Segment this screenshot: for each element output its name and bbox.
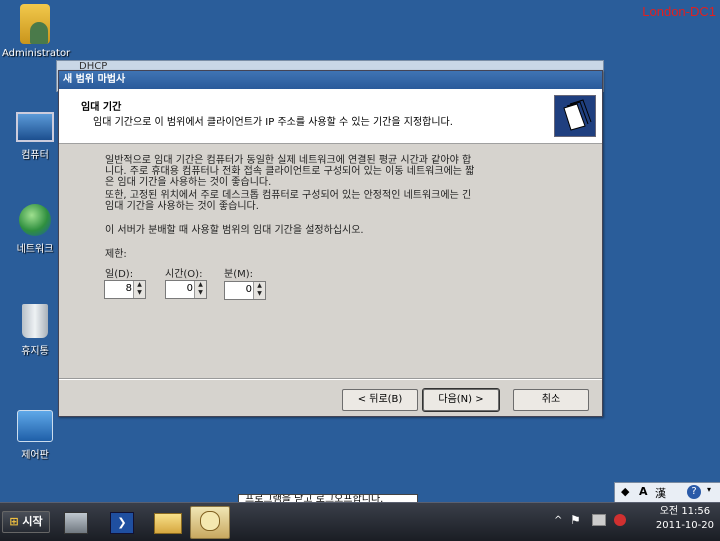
action-center-flag-icon[interactable]: ⚑ bbox=[570, 513, 581, 527]
spin-down-icon[interactable]: ▼ bbox=[134, 289, 145, 297]
desktop-icon-administrator[interactable]: Administrator bbox=[2, 4, 71, 59]
days-spinner[interactable]: 8 ▲ ▼ bbox=[104, 280, 146, 299]
hanja-button[interactable]: 漢 bbox=[655, 485, 666, 501]
minutes-spinner-arrows[interactable]: ▲ ▼ bbox=[253, 282, 265, 299]
desktop-icon-control-panel[interactable]: 제어판 bbox=[2, 410, 68, 461]
folder-icon bbox=[154, 513, 182, 534]
hours-label: 시간(O): bbox=[165, 269, 203, 280]
ime-icon[interactable]: ◆ bbox=[621, 485, 629, 498]
spin-down-icon[interactable]: ▼ bbox=[195, 289, 206, 297]
server-name-label: London-DC1 bbox=[642, 4, 716, 19]
days-label: 일(D): bbox=[105, 269, 134, 280]
back-button[interactable]: < 뒤로(B) bbox=[342, 389, 418, 411]
instruction-text: 이 서버가 분배할 때 사용할 범위의 임대 기간을 설정하십시오. bbox=[105, 225, 364, 236]
server-manager-taskbar-button[interactable] bbox=[56, 506, 94, 537]
text-line: 은 임대 기간을 사용하는 것이 좋습니다. bbox=[105, 177, 272, 188]
header-title: 임대 기간 bbox=[81, 102, 122, 113]
start-button[interactable]: ⊞ 시작 bbox=[2, 511, 50, 533]
hours-spinner-arrows[interactable]: ▲ ▼ bbox=[194, 281, 206, 298]
clock-time: 오전 11:56 bbox=[659, 506, 711, 517]
button-separator bbox=[59, 378, 602, 380]
hours-value[interactable]: 0 bbox=[187, 283, 193, 294]
clock[interactable]: 오전 11:56 2011-10-20 bbox=[656, 505, 714, 533]
dhcp-taskbar-button[interactable] bbox=[190, 506, 230, 539]
hours-spinner[interactable]: 0 ▲ ▼ bbox=[165, 280, 207, 299]
dialog-title[interactable]: 새 범위 마법사 bbox=[59, 71, 602, 89]
text-line: 일반적으로 임대 기간은 컴퓨터가 동일한 실제 네트워크에 연결된 평균 시간… bbox=[105, 155, 472, 166]
input-mode-button[interactable]: A bbox=[639, 485, 648, 498]
limit-label: 제한: bbox=[105, 249, 127, 260]
minutes-value[interactable]: 0 bbox=[246, 284, 252, 295]
minutes-spinner[interactable]: 0 ▲ ▼ bbox=[224, 281, 266, 300]
explorer-taskbar-button[interactable] bbox=[148, 506, 186, 537]
control-panel-icon bbox=[17, 410, 53, 442]
notification-area: ^ ⚑ 오전 11:56 2011-10-20 bbox=[548, 503, 720, 541]
desktop-icon-label: Administrator bbox=[2, 48, 71, 59]
description-paragraph-2: 또한, 고정된 위치에서 주로 데스크톱 컴퓨터로 구성되어 있는 안정적인 네… bbox=[105, 190, 565, 212]
spin-down-icon[interactable]: ▼ bbox=[254, 290, 265, 298]
show-hidden-icons-icon[interactable]: ^ bbox=[554, 515, 562, 526]
description-paragraph-1: 일반적으로 임대 기간은 컴퓨터가 동일한 실제 네트워크에 연결된 평균 시간… bbox=[105, 155, 565, 188]
days-value[interactable]: 8 bbox=[126, 283, 132, 294]
powershell-icon: ❯ bbox=[110, 512, 134, 534]
recycle-bin-icon bbox=[22, 304, 48, 338]
volume-muted-icon[interactable] bbox=[614, 514, 626, 526]
network-icon bbox=[19, 204, 51, 236]
next-button[interactable]: 다음(N) > bbox=[422, 388, 500, 412]
new-scope-wizard-dialog: 새 범위 마법사 임대 기간 임대 기간으로 이 범위에서 클라이언트가 IP … bbox=[58, 70, 603, 417]
minutes-label: 분(M): bbox=[224, 269, 253, 280]
windows-logo-icon: ⊞ bbox=[9, 515, 19, 528]
language-bar-menu-icon[interactable]: ▾ bbox=[707, 485, 711, 494]
network-tray-icon[interactable] bbox=[592, 514, 606, 526]
clock-date: 2011-10-20 bbox=[655, 520, 714, 531]
language-bar[interactable]: ◆ A 漢 ? ▾ bbox=[614, 482, 720, 504]
computer-icon bbox=[16, 112, 54, 142]
server-manager-icon bbox=[64, 512, 88, 534]
spin-up-icon[interactable]: ▲ bbox=[195, 281, 206, 289]
header-subtitle: 임대 기간으로 이 범위에서 클라이언트가 IP 주소를 사용할 수 있는 기간… bbox=[93, 117, 453, 128]
text-line: 또한, 고정된 위치에서 주로 데스크톱 컴퓨터로 구성되어 있는 안정적인 네… bbox=[105, 190, 472, 201]
powershell-taskbar-button[interactable]: ❯ bbox=[102, 506, 140, 537]
user-folder-icon bbox=[20, 4, 50, 44]
wizard-header: 임대 기간 임대 기간으로 이 범위에서 클라이언트가 IP 주소를 사용할 수… bbox=[59, 89, 602, 144]
spin-up-icon[interactable]: ▲ bbox=[254, 282, 265, 290]
start-label: 시작 bbox=[22, 515, 43, 528]
desktop-icon-label: 제어판 bbox=[21, 450, 49, 461]
cancel-button[interactable]: 취소 bbox=[513, 389, 589, 411]
text-line: 니다. 주로 휴대용 컴퓨터나 전화 접속 클라이언트로 구성되어 있는 이동 … bbox=[105, 166, 475, 177]
spin-up-icon[interactable]: ▲ bbox=[134, 281, 145, 289]
wizard-folders-icon bbox=[554, 95, 596, 137]
taskbar: ⊞ 시작 ❯ ^ ⚑ 오전 11:56 2011-10-20 bbox=[0, 502, 720, 541]
dhcp-clock-icon bbox=[200, 511, 220, 531]
days-spinner-arrows[interactable]: ▲ ▼ bbox=[133, 281, 145, 298]
help-button[interactable]: ? bbox=[687, 485, 701, 499]
text-line: 임대 기간을 사용하는 것이 좋습니다. bbox=[105, 201, 259, 212]
